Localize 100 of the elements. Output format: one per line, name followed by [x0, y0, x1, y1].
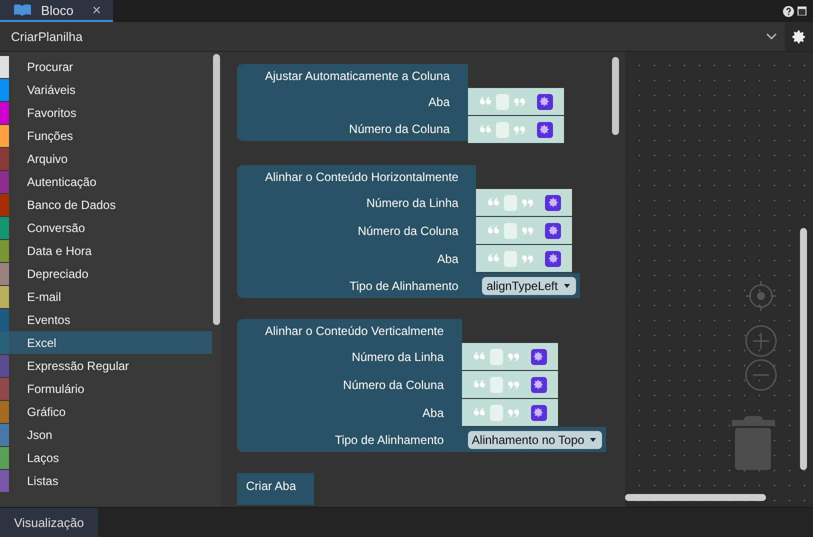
- text-field[interactable]: [504, 250, 518, 266]
- field-label: Número da Linha: [237, 343, 462, 371]
- category-item[interactable]: Banco de Dados: [0, 193, 212, 216]
- category-item[interactable]: Laços: [0, 446, 212, 469]
- category-label: Autenticação: [27, 174, 96, 188]
- text-input-block[interactable]: [476, 189, 572, 217]
- field-label: Número da Coluna: [237, 371, 462, 399]
- category-label: Favoritos: [27, 106, 76, 120]
- settings-icon: [548, 197, 559, 208]
- category-item[interactable]: Json: [0, 423, 212, 446]
- category-label: Json: [27, 428, 52, 442]
- settings-button[interactable]: [536, 122, 553, 138]
- category-label: Eventos: [27, 312, 70, 326]
- quote-icon: [521, 254, 534, 263]
- editor-tab[interactable]: Bloco ×: [0, 0, 113, 22]
- text-input-block[interactable]: [462, 343, 558, 371]
- scrollbar-thumb[interactable]: [612, 57, 619, 135]
- text-input-block[interactable]: [476, 245, 572, 273]
- text-field[interactable]: [496, 94, 509, 110]
- quote-icon: [480, 97, 492, 106]
- dropdown[interactable]: Alinhamento no Topo: [468, 430, 602, 448]
- category-item[interactable]: E-mail: [0, 285, 212, 308]
- quote-icon: [506, 408, 519, 417]
- category-item[interactable]: Autenticação: [0, 170, 212, 193]
- text-field[interactable]: [496, 122, 509, 138]
- settings-button[interactable]: [545, 194, 562, 210]
- scrollbar-thumb[interactable]: [625, 494, 766, 501]
- field-label: Aba: [237, 399, 462, 427]
- settings-button[interactable]: [545, 250, 562, 266]
- block-title[interactable]: Criar Aba: [237, 473, 314, 505]
- maximize-icon[interactable]: [797, 6, 807, 16]
- quote-icon: [512, 97, 525, 106]
- category-item[interactable]: Depreciado: [0, 262, 212, 285]
- field-label: Número da Coluna: [237, 217, 476, 245]
- field-label: Número da Coluna: [237, 116, 468, 141]
- text-field[interactable]: [504, 222, 518, 238]
- code-block[interactable]: Ajustar Automaticamente a Coluna Aba Número da Coluna: [237, 64, 564, 144]
- quote-icon: [521, 198, 534, 207]
- settings-button[interactable]: [530, 348, 547, 364]
- text-field[interactable]: [504, 194, 518, 210]
- chevron-icon: [766, 33, 777, 40]
- quote-icon: [488, 198, 500, 207]
- scrollbar-thumb[interactable]: [800, 228, 807, 470]
- text-input-block[interactable]: [468, 88, 564, 116]
- category-item[interactable]: Data e Hora: [0, 239, 212, 262]
- text-input-block[interactable]: [462, 371, 558, 399]
- category-item[interactable]: Excel: [0, 331, 212, 354]
- category-item[interactable]: Listas: [0, 469, 212, 492]
- category-label: Excel: [27, 336, 56, 350]
- workspace-canvas[interactable]: [625, 52, 813, 507]
- dropdown[interactable]: alignTypeLeft: [482, 276, 576, 294]
- text-field[interactable]: [490, 348, 503, 364]
- quote-icon: [480, 125, 492, 134]
- category-label: Depreciado: [27, 266, 88, 280]
- settings-icon: [533, 351, 544, 362]
- category-item[interactable]: Formulário: [0, 377, 212, 400]
- category-item[interactable]: Expressão Regular: [0, 354, 212, 377]
- field-label: Aba: [237, 88, 468, 116]
- category-label: Banco de Dados: [27, 198, 116, 212]
- category-item[interactable]: Variáveis: [0, 78, 212, 101]
- settings-button[interactable]: [536, 94, 553, 110]
- text-field[interactable]: [490, 376, 503, 392]
- text-field[interactable]: [490, 404, 503, 420]
- text-input-block[interactable]: [468, 116, 564, 144]
- settings-icon: [533, 379, 544, 390]
- category-item[interactable]: Eventos: [0, 308, 212, 331]
- quote-icon: [474, 352, 486, 361]
- category-label: E-mail: [27, 290, 62, 304]
- settings-button[interactable]: [785, 22, 813, 51]
- field-label: Número da Linha: [237, 189, 476, 217]
- preview-tab[interactable]: Visualização: [0, 508, 98, 537]
- category-item[interactable]: Gráfico: [0, 400, 212, 423]
- settings-button[interactable]: [530, 376, 547, 392]
- quote-icon: [474, 380, 486, 389]
- settings-button[interactable]: [545, 222, 562, 238]
- text-input-block[interactable]: [462, 399, 558, 427]
- field-label: Tipo de Alinhamento: [237, 273, 476, 298]
- category-item[interactable]: Procurar: [0, 55, 212, 78]
- category-item[interactable]: Funções: [0, 124, 212, 147]
- text-input-block[interactable]: [476, 217, 572, 245]
- category-label: Arquivo: [27, 152, 68, 166]
- category-item[interactable]: Conversão: [0, 216, 212, 239]
- selector-value: CriarPlanilha: [11, 30, 83, 44]
- category-item[interactable]: Favoritos: [0, 101, 212, 124]
- caret-icon: [590, 438, 596, 442]
- settings-icon: [548, 253, 559, 264]
- close-button[interactable]: ×: [92, 2, 101, 18]
- code-block[interactable]: Alinhar o Conteúdo Verticalmente Número da Linha Número da Coluna Aba Tipo de Alinhamento Alinhamento no Topo: [237, 319, 606, 452]
- category-item[interactable]: Arquivo: [0, 147, 212, 170]
- quote-icon: [506, 380, 519, 389]
- code-block[interactable]: Alinhar o Conteúdo Horizontalmente Número da Linha Número da Coluna Aba Tipo de Alinhamento alignTypeLeft: [237, 165, 580, 298]
- scrollbar-thumb[interactable]: [213, 54, 220, 325]
- block-title: Ajustar Automaticamente a Coluna: [237, 64, 468, 88]
- help-icon[interactable]: [783, 6, 794, 16]
- settings-button[interactable]: [530, 404, 547, 420]
- quote-icon: [474, 408, 486, 417]
- tab-label: Bloco: [41, 2, 75, 18]
- category-label: Laços: [27, 450, 60, 464]
- block-title: Alinhar o Conteúdo Verticalmente: [237, 319, 462, 343]
- book-icon: [14, 4, 31, 16]
